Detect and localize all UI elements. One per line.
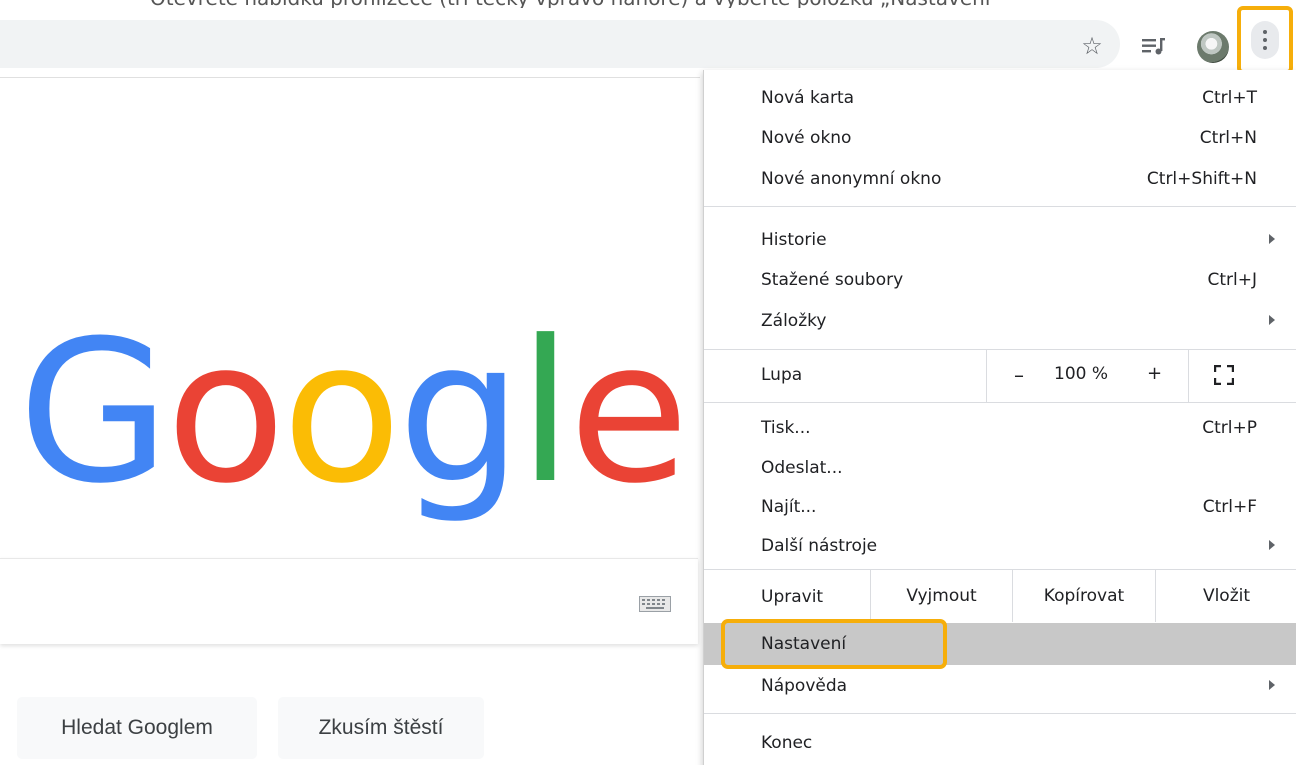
menu-item-settings[interactable]: Nastavení (704, 619, 1296, 669)
menu-item-bookmarks[interactable]: Záložky (704, 303, 1296, 339)
menu-separator (704, 206, 1296, 207)
menu-edit-row: Upravit Vyjmout Kopírovat Vložit (704, 570, 1296, 622)
menu-item-new-tab[interactable]: Nová karta Ctrl+T (704, 80, 1296, 116)
menu-item-cast[interactable]: Odeslat... (704, 450, 1296, 486)
settings-highlight-box (721, 619, 947, 669)
zoom-in-button[interactable]: + (1147, 363, 1162, 384)
profile-avatar[interactable] (1197, 31, 1229, 63)
feeling-lucky-button[interactable]: Zkusím štěstí (278, 697, 484, 759)
search-input[interactable] (0, 558, 698, 644)
menu-item-incognito[interactable]: Nové anonymní okno Ctrl+Shift+N (704, 161, 1296, 197)
submenu-arrow-icon (1269, 680, 1275, 690)
logo-letter-g2: g (397, 299, 522, 527)
toolbar-divider (0, 77, 700, 78)
menu-item-find[interactable]: Najít... Ctrl+F (704, 489, 1296, 525)
logo-letter-g: G (18, 299, 170, 527)
submenu-arrow-icon (1269, 540, 1275, 550)
menu-separator (704, 713, 1296, 714)
menu-separator (704, 402, 1296, 403)
menu-item-history[interactable]: Historie (704, 222, 1296, 258)
chrome-main-menu: Nová karta Ctrl+T Nové okno Ctrl+N Nové … (703, 70, 1296, 765)
submenu-arrow-icon (1269, 315, 1275, 325)
logo-letter-e: e (568, 299, 690, 527)
fullscreen-icon[interactable] (1213, 364, 1235, 386)
menu-zoom-row: Lupa – 100 % + (704, 350, 1296, 402)
zoom-label: Lupa (761, 365, 803, 385)
cut-button[interactable]: Vyjmout (870, 570, 1012, 622)
menu-item-exit[interactable]: Konec (704, 725, 1296, 761)
browser-toolbar: ☆ (0, 14, 1296, 76)
menu-item-new-window[interactable]: Nové okno Ctrl+N (704, 120, 1296, 156)
logo-letter-o2: o (281, 299, 402, 527)
menu-item-downloads[interactable]: Stažené soubory Ctrl+J (704, 262, 1296, 298)
menu-item-help[interactable]: Nápověda (704, 668, 1296, 704)
submenu-arrow-icon (1269, 234, 1275, 244)
star-icon[interactable]: ☆ (1078, 32, 1106, 60)
logo-letter-l: l (518, 299, 573, 527)
more-menu-button[interactable] (1237, 6, 1293, 74)
menu-item-more-tools[interactable]: Další nástroje (704, 528, 1296, 564)
google-search-button[interactable]: Hledat Googlem (17, 697, 257, 759)
logo-letter-o1: o (165, 299, 286, 527)
paste-button[interactable]: Vložit (1155, 570, 1296, 622)
media-control-icon[interactable] (1140, 32, 1168, 60)
edit-label: Upravit (761, 587, 824, 607)
zoom-out-button[interactable]: – (1014, 363, 1024, 387)
keyboard-icon[interactable] (639, 596, 671, 612)
instruction-caption: Otevřete nabídku prohlížeče (tři tečky v… (0, 0, 1296, 8)
copy-button[interactable]: Kopírovat (1012, 570, 1155, 622)
zoom-level: 100 % (1054, 364, 1109, 384)
google-logo: Google (18, 299, 690, 527)
more-vertical-icon (1251, 21, 1279, 59)
address-bar[interactable] (0, 20, 1120, 68)
menu-item-print[interactable]: Tisk... Ctrl+P (704, 410, 1296, 446)
fullscreen-cell (1188, 350, 1296, 402)
